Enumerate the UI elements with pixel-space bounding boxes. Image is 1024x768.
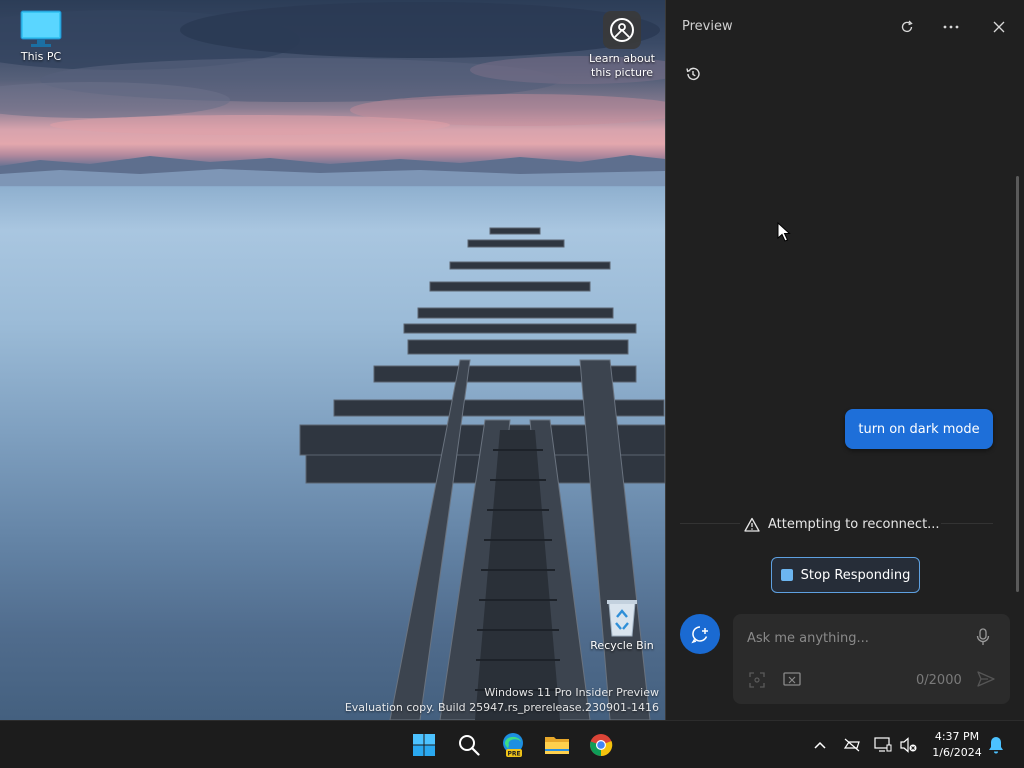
microphone-button[interactable] (976, 628, 990, 650)
taskbar-clock[interactable]: 4:37 PM 1/6/2024 (926, 729, 988, 761)
new-topic-button[interactable] (680, 614, 720, 654)
close-icon (993, 21, 1005, 33)
user-message-bubble: turn on dark mode (845, 409, 993, 449)
history-icon (686, 67, 700, 81)
taskbar-chrome[interactable] (587, 731, 615, 759)
tray-volume[interactable] (900, 736, 918, 754)
image-frame-icon (749, 672, 765, 688)
character-counter: 0/2000 (916, 673, 962, 688)
taskbar-file-explorer[interactable] (543, 731, 571, 759)
warning-icon (744, 517, 760, 532)
edge-beta-icon: PRE (503, 733, 523, 758)
desktop-icon-label: This PC (20, 50, 62, 63)
desktop-wallpaper: This PC Learn about this picture Recycle… (0, 0, 665, 720)
refresh-icon (901, 20, 913, 33)
notification-bell-icon (989, 737, 1003, 754)
tray-display-network[interactable] (874, 736, 892, 754)
pane-title: Preview (682, 19, 733, 34)
svg-text:PRE: PRE (507, 751, 520, 758)
mouse-cursor-icon (777, 222, 791, 242)
microphone-icon (976, 628, 990, 645)
stop-responding-label: Stop Responding (800, 567, 911, 583)
status-divider-left (680, 523, 740, 524)
clock-date: 1/6/2024 (932, 746, 982, 759)
camera-info-icon (603, 11, 641, 49)
evaluation-watermark: Windows 11 Pro Insider Preview Evaluatio… (345, 685, 659, 715)
chat-input-box: 0/2000 (733, 614, 1010, 704)
status-divider-right (941, 523, 993, 524)
chrome-icon (590, 734, 613, 757)
start-button[interactable] (410, 731, 438, 759)
desktop-icon-label: Learn about (589, 52, 655, 65)
desktop-icon-label: this picture (591, 66, 653, 79)
windows-start-icon (413, 734, 435, 756)
copilot-pane: Preview turn on dark mode Attempting to … (665, 0, 1024, 720)
desktop-icon-label: Recycle Bin (590, 639, 654, 652)
volume-muted-icon (900, 737, 917, 753)
recycle-bin-icon (607, 600, 637, 637)
reconnect-status-text: Attempting to reconnect... (768, 516, 940, 532)
desktop-icon-this-pc[interactable]: This PC (1, 10, 81, 64)
tray-network-status[interactable] (843, 736, 861, 754)
file-explorer-icon (545, 737, 569, 754)
clock-time: 4:37 PM (934, 730, 980, 743)
close-pane-button[interactable] (986, 14, 1012, 40)
refresh-button[interactable] (894, 14, 920, 40)
screenshot-button[interactable] (783, 672, 801, 692)
show-hidden-icons-button[interactable] (811, 736, 829, 754)
display-network-icon (874, 737, 892, 752)
notifications-button[interactable] (987, 736, 1005, 754)
search-icon (459, 735, 480, 756)
watermark-line-1: Windows 11 Pro Insider Preview (484, 686, 659, 699)
watermark-line-2: Evaluation copy. Build 25947.rs_prerelea… (344, 701, 659, 714)
ellipsis-icon (943, 25, 959, 29)
wallpaper-pier (299, 227, 665, 720)
reconnect-status: Attempting to reconnect... (744, 514, 940, 534)
history-button[interactable] (681, 62, 705, 86)
stop-responding-button[interactable]: Stop Responding (771, 557, 920, 593)
send-button[interactable] (977, 671, 995, 691)
chat-scrollbar[interactable] (1016, 176, 1019, 592)
snip-icon (783, 672, 801, 686)
ask-input[interactable] (747, 628, 967, 648)
desktop-icon-learn-about-picture[interactable]: Learn about this picture (582, 10, 662, 80)
network-off-icon (843, 738, 860, 752)
taskbar: PRE 4:37 PM 1/6/2024 (0, 720, 1024, 768)
taskbar-edge-beta[interactable]: PRE (499, 731, 527, 759)
taskbar-search-button[interactable] (455, 731, 483, 759)
more-options-button[interactable] (938, 14, 964, 40)
monitor-icon (20, 10, 62, 47)
send-icon (977, 671, 995, 687)
add-image-button[interactable] (749, 672, 765, 692)
chevron-up-icon (814, 741, 826, 749)
desktop-icon-recycle-bin[interactable]: Recycle Bin (582, 597, 662, 653)
new-chat-icon (691, 626, 708, 644)
stop-icon (780, 569, 793, 581)
